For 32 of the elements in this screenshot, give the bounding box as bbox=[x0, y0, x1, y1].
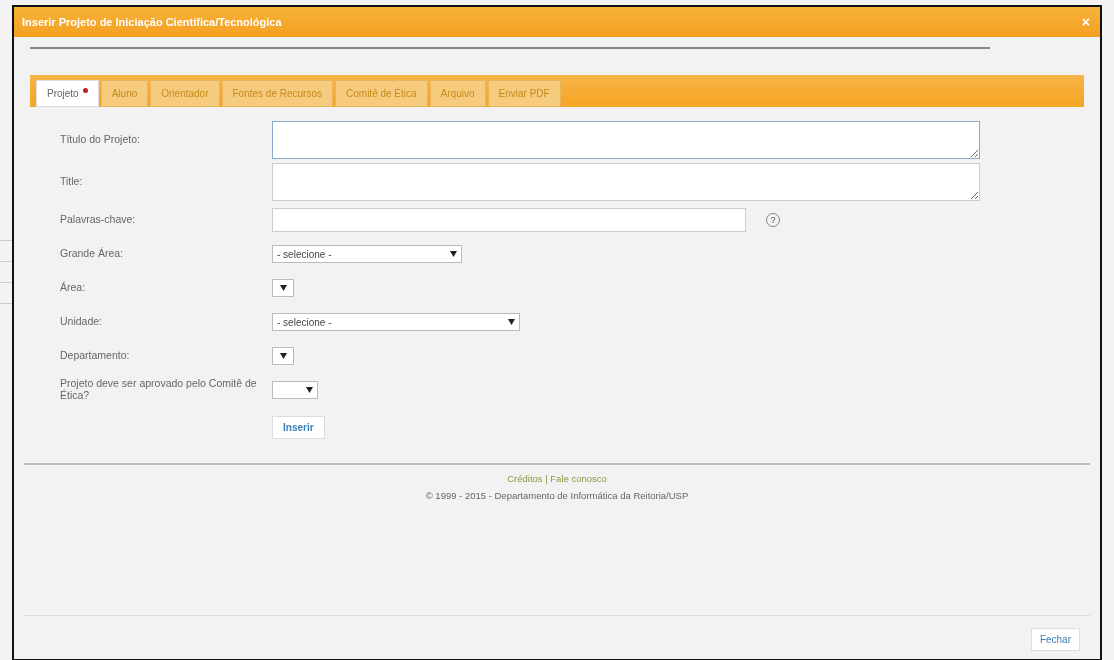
select-dropdown[interactable] bbox=[272, 279, 294, 297]
insert-button[interactable]: Inserir bbox=[272, 415, 325, 439]
caret-icon bbox=[279, 353, 287, 359]
field-label: Unidade: bbox=[60, 316, 104, 328]
field-label: Palavras-chave: bbox=[60, 214, 137, 226]
close-button[interactable]: × bbox=[1079, 14, 1092, 30]
tab[interactable]: Fontes de Recursos bbox=[221, 80, 333, 107]
field-label: Projeto deve ser aprovado pelo Comitê de Ética? bbox=[60, 378, 258, 402]
tab[interactable]: Orientador bbox=[150, 80, 220, 107]
field-label: Título do Projeto: bbox=[60, 134, 141, 146]
copyright-text: © 1999 - 2015 - Departamento de Informática da Reitoria/USP bbox=[425, 490, 689, 501]
field-label: Grande Área: bbox=[60, 248, 125, 260]
select-dropdown[interactable] bbox=[272, 347, 294, 365]
input-field[interactable] bbox=[272, 208, 746, 232]
tab[interactable]: Aluno bbox=[100, 80, 149, 107]
footer-links[interactable]: Créditos | Fale conosco bbox=[507, 473, 607, 484]
dialog-title: Inserir Projeto de Iniciação Científica/Tecnológica bbox=[22, 16, 282, 28]
tab[interactable]: Projeto bbox=[36, 80, 99, 107]
close-dialog-button[interactable]: Fechar bbox=[1030, 628, 1080, 651]
field-label: Title: bbox=[60, 176, 84, 188]
caret-icon bbox=[450, 251, 457, 257]
field-label: Departamento: bbox=[60, 350, 131, 362]
tab[interactable]: Enviar PDF bbox=[487, 80, 561, 107]
caret-icon bbox=[279, 285, 287, 291]
caret-icon bbox=[306, 387, 313, 393]
select-dropdown[interactable] bbox=[272, 381, 318, 399]
field-label: Área: bbox=[60, 282, 87, 294]
caret-icon bbox=[508, 319, 515, 325]
tab[interactable]: Comitê de Ética bbox=[335, 80, 428, 107]
select-dropdown[interactable]: - selecione - bbox=[272, 313, 520, 331]
tab[interactable]: Arquivo bbox=[429, 80, 486, 107]
select-dropdown[interactable]: - selecione - bbox=[272, 245, 462, 263]
